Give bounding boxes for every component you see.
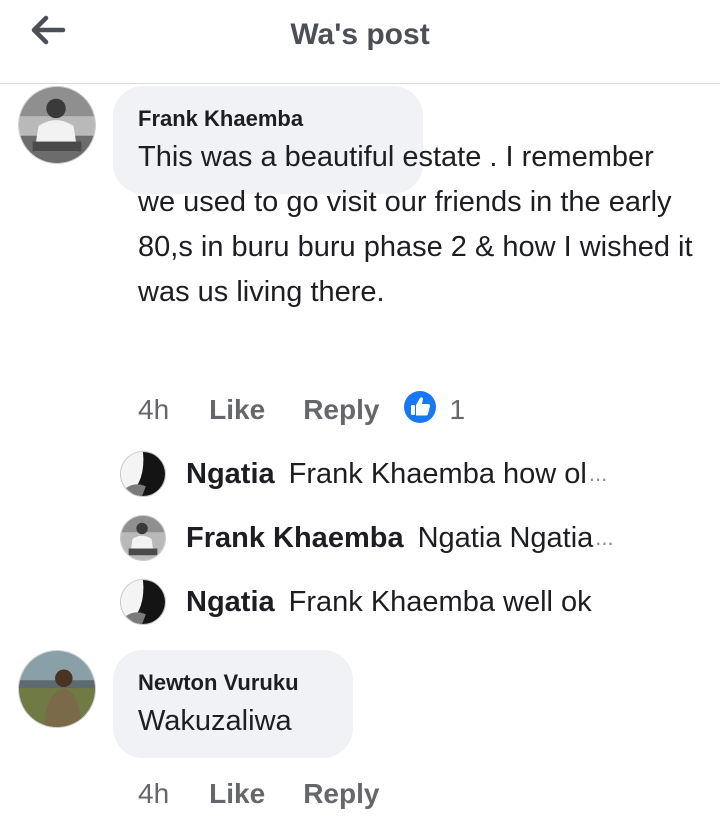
comment-author[interactable]: Newton Vuruku <box>138 670 299 696</box>
reply-ellipsis: ... <box>588 461 608 486</box>
reaction-count: 1 <box>449 394 466 425</box>
comment-actions: 4h Like Reply 1 <box>138 390 465 430</box>
avatar <box>120 579 166 625</box>
comment-author[interactable]: Frank Khaemba <box>138 106 303 132</box>
reply-item[interactable]: Ngatia Frank Khaemba how ol ... <box>120 449 700 499</box>
reply-author: Ngatia <box>186 457 275 490</box>
reply-ellipsis: ... <box>595 525 614 550</box>
reply-item[interactable]: Ngatia Frank Khaemba well ok <box>120 577 700 627</box>
reply-button[interactable]: Reply <box>303 778 379 810</box>
reply-author: Frank Khaemba <box>186 521 404 554</box>
comment-timestamp[interactable]: 4h <box>138 394 169 426</box>
reaction-summary[interactable]: 1 <box>403 390 465 431</box>
thumbs-up-icon <box>403 390 437 431</box>
like-button[interactable]: Like <box>209 778 265 810</box>
comment-actions: 4h Like Reply <box>138 774 379 814</box>
comment-text: Wakuzaliwa <box>138 705 292 737</box>
reply-item[interactable]: Frank Khaemba Ngatia Ngatia ... <box>120 513 700 563</box>
reply-author: Ngatia <box>186 585 275 618</box>
comment-timestamp[interactable]: 4h <box>138 778 169 810</box>
avatar <box>120 451 166 497</box>
avatar[interactable] <box>18 86 96 164</box>
post-header: Wa's post <box>0 0 720 84</box>
like-button[interactable]: Like <box>209 394 265 426</box>
reply-text: Frank Khaemba how ol <box>288 457 587 490</box>
page-title: Wa's post <box>290 18 430 51</box>
reply-text: Frank Khaemba well ok <box>288 585 592 618</box>
comment-text: This was a beautiful estate . I remember… <box>138 141 693 308</box>
avatar <box>120 515 166 561</box>
reply-text: Ngatia Ngatia <box>417 521 594 554</box>
avatar[interactable] <box>18 650 96 728</box>
reply-button[interactable]: Reply <box>303 394 379 426</box>
